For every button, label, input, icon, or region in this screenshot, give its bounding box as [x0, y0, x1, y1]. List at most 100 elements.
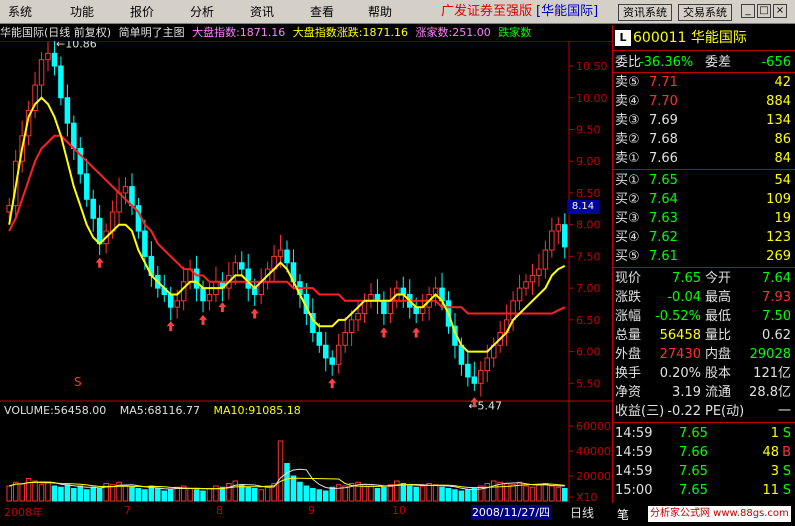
vol-tick-label: 20000 [576, 470, 611, 483]
kline-chart[interactable]: 10.50 10.00 9.50 9.00 8.50 8.00 7.50 7.00 6.50 6.… [0, 41, 612, 503]
candle-body [96, 217, 103, 245]
ma10-value: MA10:91085.18 [213, 404, 301, 417]
ma5-value: MA5:68116.77 [119, 404, 200, 417]
trade-system-button[interactable]: 交易系统 [678, 4, 732, 21]
y-tick-label: 9.50 [576, 123, 601, 136]
weicha-value: -656 [761, 55, 791, 70]
stat-value: -0.04 [667, 290, 701, 305]
tick-price: 7.66 [679, 445, 708, 460]
tick-price: 7.65 [679, 464, 708, 479]
volume-bar [96, 488, 103, 502]
volume-bar [90, 486, 96, 502]
chart-header: 华能国际(日线 前复权) 简单明了主图 大盘指数:1871.16 大盘指数涨跌:… [0, 25, 612, 41]
stat-label: 内盘 [705, 347, 732, 362]
candle-body [478, 370, 484, 384]
volume-bar [542, 483, 549, 502]
candle-body [342, 332, 348, 346]
volume-bar [439, 486, 445, 502]
candle-body [387, 300, 394, 315]
sell-label: 卖① [615, 151, 640, 166]
restore-icon[interactable]: □ [757, 4, 771, 18]
volume-bar [484, 483, 491, 502]
volume-bar [562, 488, 568, 502]
stat-label: 换手 [615, 366, 642, 381]
volume-bar [419, 485, 426, 502]
chart-template-name[interactable]: 简单明了主图 [119, 26, 185, 39]
candle-body [90, 198, 96, 219]
candle-body [180, 281, 187, 302]
volume-bar [167, 489, 174, 502]
buy-arrow-icon [328, 378, 337, 389]
candle-body [38, 59, 45, 86]
volume-bar [316, 489, 323, 502]
x-label: 8 [216, 504, 223, 517]
minimize-icon[interactable]: _ [741, 4, 755, 18]
volume-bar [142, 489, 148, 502]
quote-header: L 600011 华能国际 [613, 25, 795, 51]
candle-body [245, 268, 252, 289]
menu-system[interactable]: 系统 [8, 4, 32, 20]
stat-label: 总量 [615, 328, 642, 343]
menu-help[interactable]: 帮助 [368, 4, 392, 20]
stat-label: 收益(三) [615, 404, 665, 419]
stat-value: 28.8亿 [749, 385, 791, 400]
buy-arrow-icon [199, 314, 208, 325]
buy-label: 买③ [615, 211, 640, 226]
sell-volume: 84 [774, 151, 791, 166]
stat-value: 一 [777, 404, 791, 419]
x-axis: 2008年 7 8 9 10 11 2008/11/27/四 日线 [0, 503, 612, 526]
sell-label: 卖⑤ [615, 75, 640, 90]
volume-bar [71, 488, 77, 502]
volume-bar [148, 485, 155, 502]
volume-bar [329, 486, 335, 502]
candle-body [51, 52, 58, 67]
stat-label: 净资 [615, 385, 642, 400]
candle-body [542, 249, 549, 270]
volume-bar [549, 485, 555, 502]
news-system-button[interactable]: 资讯系统 [618, 4, 672, 21]
volume-bar [335, 484, 342, 502]
menu-analysis[interactable]: 分析 [190, 4, 214, 20]
candle-body [536, 268, 542, 276]
candle-body [329, 357, 335, 365]
stat-value: 29028 [749, 347, 791, 362]
volume-bar [219, 486, 226, 502]
index-change: 大盘指数涨跌:1871.16 [292, 26, 408, 39]
close-icon[interactable]: × [773, 4, 787, 18]
volume-bar [432, 484, 439, 502]
current-price-marker: 8.14 [567, 200, 599, 214]
candle-body [316, 332, 323, 346]
stat-label: 流通 [705, 385, 732, 400]
y-tick-label: 5.50 [576, 377, 601, 390]
period-tab-daily[interactable]: 日线 [570, 504, 594, 521]
volume-value: VOLUME:56458.00 [4, 404, 107, 417]
stat-value: 27430 [659, 347, 701, 362]
candle-body [239, 262, 245, 270]
buy-arrow-icon [166, 321, 175, 332]
weibi-label: 委比 [615, 55, 642, 70]
cursor-date: 2008/11/27/四 [471, 505, 551, 520]
candle-body [523, 281, 529, 289]
volume-bar [413, 486, 419, 502]
menu-view[interactable]: 查看 [310, 4, 334, 20]
tick-flag: S [782, 464, 791, 479]
buy-label: 买② [615, 192, 640, 207]
y-tick-label: 6.50 [576, 314, 601, 327]
volume-bar [64, 484, 71, 502]
volume-bar [536, 484, 542, 502]
volume-bar [161, 490, 168, 502]
tick-flag: S [782, 483, 791, 498]
tick-price: 7.65 [679, 483, 708, 498]
menu-news[interactable]: 资讯 [250, 4, 274, 20]
menu-quote[interactable]: 报价 [130, 4, 154, 20]
candle-body [355, 313, 361, 321]
buy-arrow-icon [95, 257, 104, 268]
volume-bar [232, 480, 239, 502]
tick-tab[interactable]: 笔 [617, 506, 629, 523]
stat-value: 7.65 [672, 271, 701, 286]
volume-bar [155, 488, 161, 502]
menu-function[interactable]: 功能 [70, 4, 94, 20]
stat-label: 外盘 [615, 347, 642, 362]
volume-bar [38, 484, 45, 502]
sell-price: 7.71 [649, 75, 678, 90]
